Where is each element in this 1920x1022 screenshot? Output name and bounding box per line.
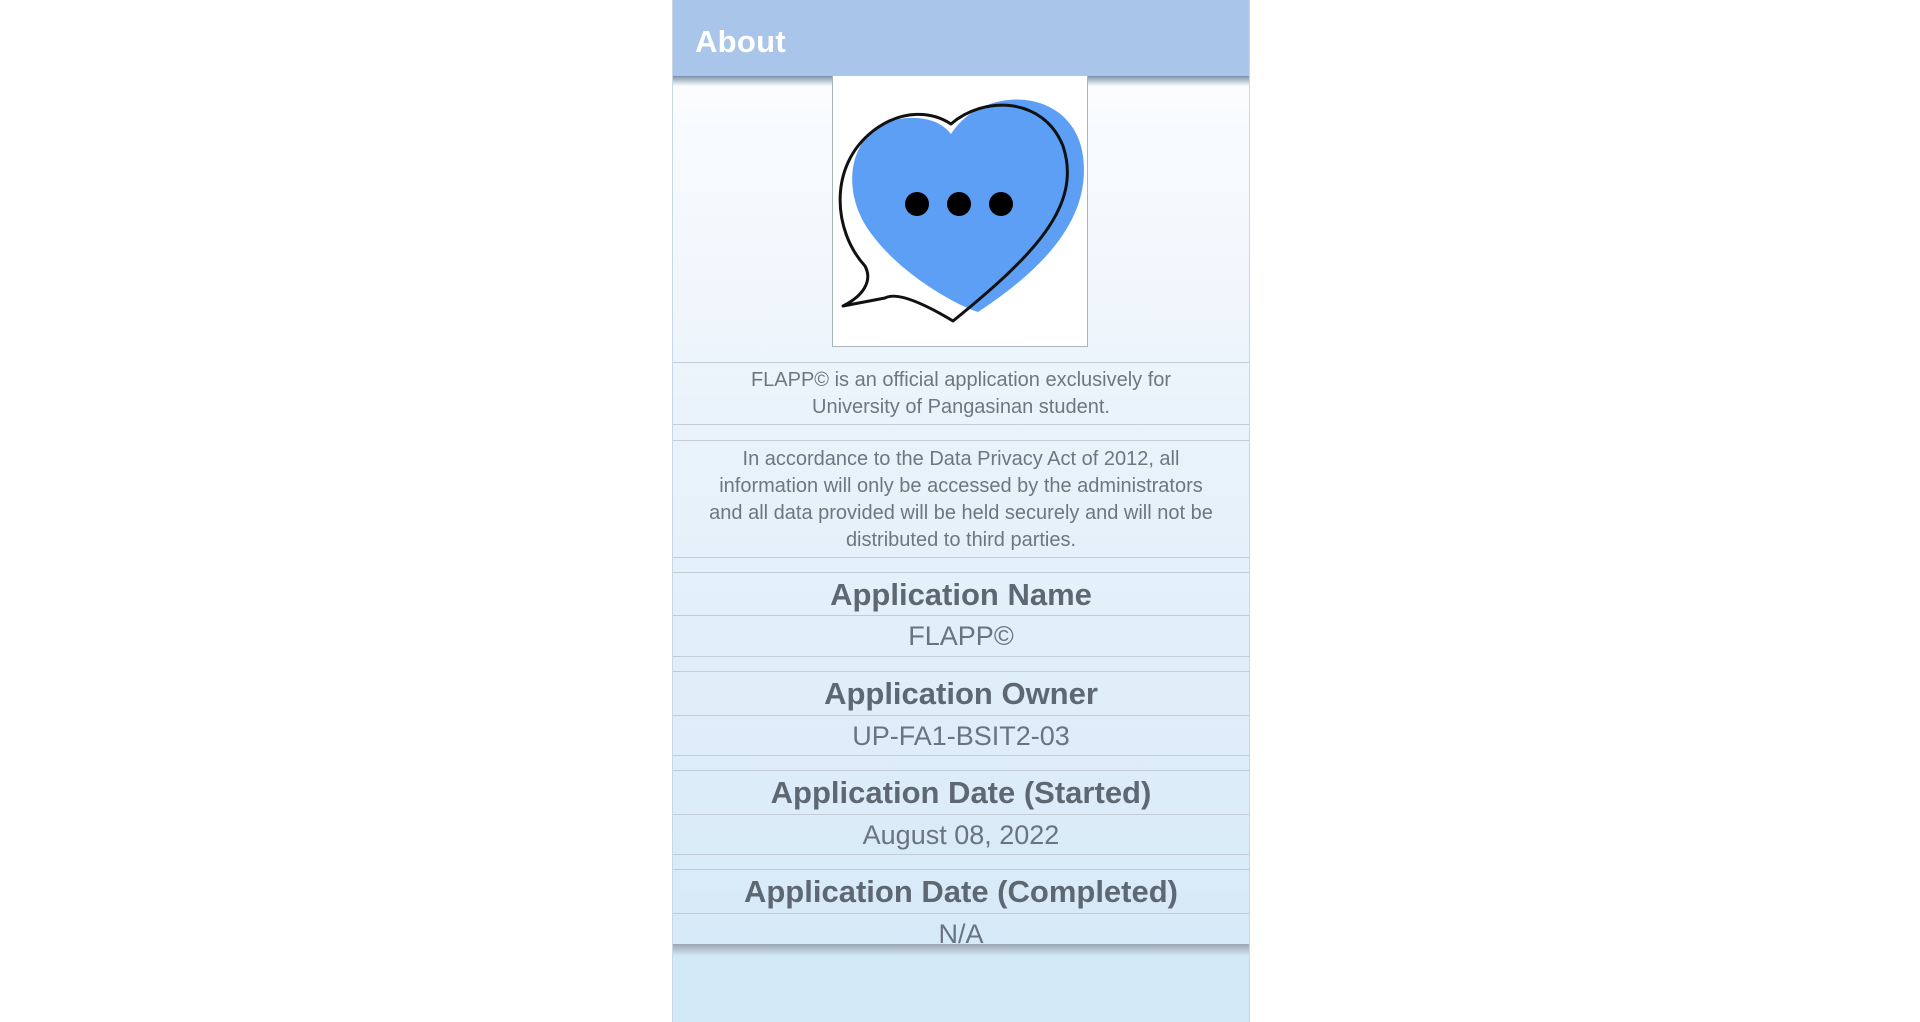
intro-line: University of Pangasinan student. [812, 396, 1110, 418]
application-name-value: FLAPP© [908, 621, 1014, 651]
application-name-label: Application Name [830, 577, 1092, 612]
intro-line: FLAPP© is an official application exclus… [750, 369, 1172, 391]
divider [673, 715, 1249, 716]
divider [673, 572, 1249, 573]
application-date-completed-label: Application Date (Completed) [743, 874, 1178, 909]
divider [673, 869, 1249, 870]
intro-text: FLAPP© is an official application exclus… [673, 367, 1249, 421]
divider [673, 671, 1249, 672]
divider [673, 615, 1249, 616]
divider [673, 814, 1249, 815]
app-logo [832, 76, 1088, 347]
privacy-line: distributed to third parties. [845, 529, 1077, 551]
application-owner-label: Application Owner [824, 676, 1098, 711]
divider [673, 440, 1249, 441]
bottom-area [673, 952, 1249, 1022]
divider [673, 362, 1249, 363]
privacy-text: In accordance to the Data Privacy Act of… [673, 446, 1249, 554]
privacy-line: information will only be accessed by the… [719, 475, 1203, 497]
app-bar: About [673, 0, 1249, 86]
heart-chat-bubble-logo-icon [838, 99, 1084, 323]
divider [673, 913, 1249, 914]
divider [673, 557, 1249, 558]
privacy-line: and all data provided will be held secur… [709, 502, 1213, 524]
divider [673, 656, 1249, 657]
page-title: About [695, 24, 787, 59]
phone-screen: About FLAPP© is an official application … [672, 0, 1250, 1022]
divider [673, 770, 1249, 771]
scroll-shadow [673, 944, 1249, 956]
divider [673, 755, 1249, 756]
application-owner-value: UP-FA1-BSIT2-03 [852, 721, 1070, 751]
privacy-line: In accordance to the Data Privacy Act of… [742, 448, 1180, 470]
application-date-started-label: Application Date (Started) [770, 775, 1152, 810]
divider [673, 854, 1249, 855]
divider [673, 424, 1249, 425]
application-date-started-value: August 08, 2022 [862, 820, 1060, 850]
